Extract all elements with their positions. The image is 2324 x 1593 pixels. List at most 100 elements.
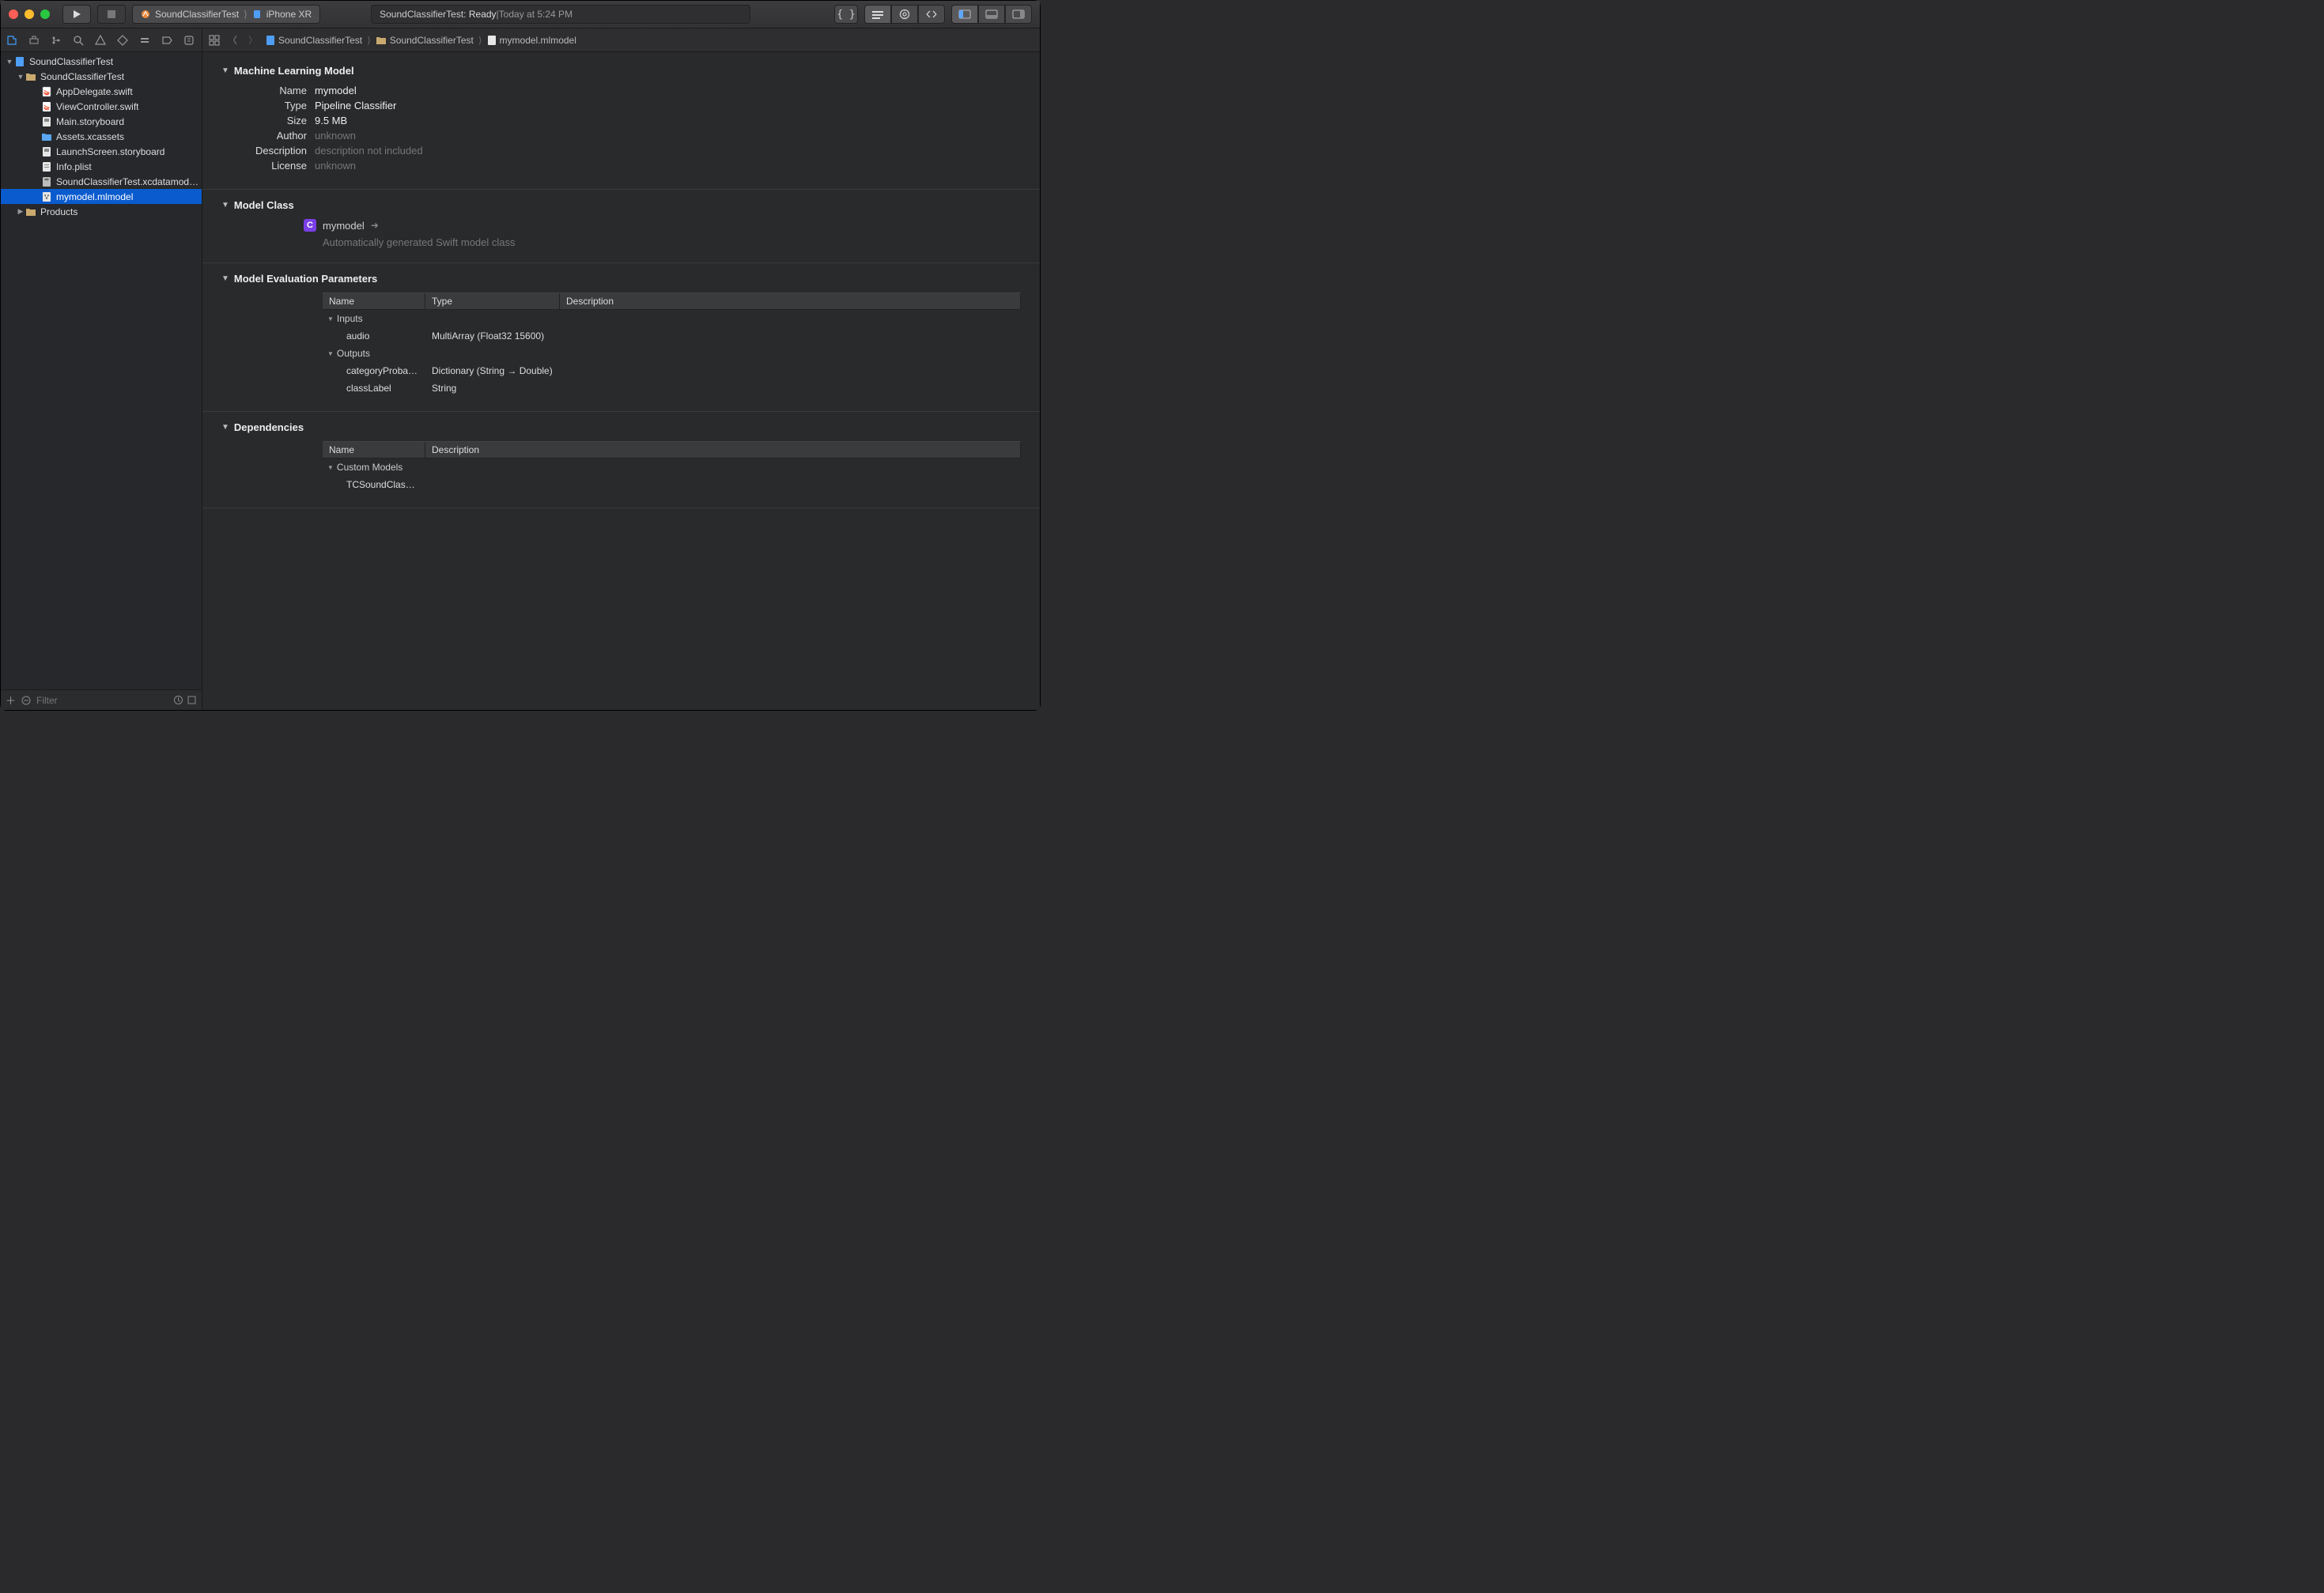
scheme-selector[interactable]: SoundClassifierTest ⟩ iPhone XR	[132, 5, 320, 24]
chevron-right-icon: ⟩	[244, 9, 248, 20]
recent-filter-icon[interactable]	[173, 695, 183, 705]
disclosure-triangle-icon[interactable]: ▼	[17, 73, 25, 81]
section-header[interactable]: ▼ Model Class	[221, 199, 1021, 211]
cell-name: classLabel	[323, 383, 425, 394]
field-value: mymodel	[315, 85, 357, 96]
tree-root[interactable]: ▼ SoundClassifierTest	[1, 54, 202, 69]
section-header[interactable]: ▼ Model Evaluation Parameters	[221, 273, 1021, 285]
breadcrumb[interactable]: SoundClassifierTest	[266, 35, 362, 46]
disclosure-triangle-icon[interactable]: ▶	[17, 207, 25, 216]
find-navigator-icon[interactable]	[72, 34, 85, 47]
disclosure-triangle-icon[interactable]: ▼	[221, 66, 229, 75]
toggle-navigator-button[interactable]	[951, 5, 978, 24]
test-navigator-icon[interactable]	[116, 34, 129, 47]
source-control-navigator-icon[interactable]	[28, 34, 40, 47]
standard-editor-button[interactable]	[864, 5, 891, 24]
toggle-inspector-button[interactable]	[1005, 5, 1032, 24]
history-back-button[interactable]: 〈	[225, 33, 240, 47]
column-header[interactable]: Description	[560, 293, 1021, 309]
field-value: 9.5 MB	[315, 115, 347, 126]
swift-file-icon	[40, 86, 53, 97]
add-button[interactable]: ＋	[6, 693, 16, 708]
disclosure-triangle-icon[interactable]: ▼	[6, 58, 13, 66]
breakpoint-navigator-icon[interactable]	[161, 34, 173, 47]
filter-scope-icon[interactable]	[21, 695, 32, 706]
window-minimize-button[interactable]	[25, 9, 34, 19]
related-items-icon[interactable]	[209, 35, 220, 46]
disclosure-triangle-icon[interactable]: ▼	[327, 464, 334, 471]
status-state: Ready	[469, 9, 497, 20]
history-forward-button[interactable]: 〉	[245, 33, 261, 47]
navigator-sidebar: ▼ SoundClassifierTest ▼ SoundClassifierT…	[1, 28, 202, 710]
table-group-outputs[interactable]: ▼Outputs	[323, 345, 1021, 362]
tree-file[interactable]: SoundClassifierTest.xcdatamodeld	[1, 174, 202, 189]
field-label: Description	[221, 145, 315, 157]
cell-name: audio	[323, 330, 425, 342]
jump-to-definition-icon[interactable]: ➜	[371, 220, 379, 231]
section-header[interactable]: ▼ Machine Learning Model	[221, 65, 1021, 77]
window-zoom-button[interactable]	[40, 9, 50, 19]
mlmodel-file-icon	[40, 191, 53, 202]
jump-bar: 〈 〉 SoundClassifierTest ⟩ SoundClassifie…	[202, 28, 1040, 52]
model-class-name[interactable]: mymodel	[323, 220, 365, 232]
tree-group[interactable]: ▼ SoundClassifierTest	[1, 69, 202, 84]
tree-label: AppDelegate.swift	[56, 86, 133, 97]
filter-input[interactable]	[36, 695, 168, 706]
symbol-navigator-icon[interactable]	[50, 34, 62, 47]
disclosure-triangle-icon[interactable]: ▼	[221, 274, 229, 283]
run-button[interactable]	[62, 5, 91, 24]
project-tree: ▼ SoundClassifierTest ▼ SoundClassifierT…	[1, 52, 202, 689]
cell-type: Dictionary (String → Double)	[425, 365, 560, 376]
field-label: Size	[221, 115, 315, 126]
debug-navigator-icon[interactable]	[138, 34, 151, 47]
titlebar: SoundClassifierTest ⟩ iPhone XR SoundCla…	[1, 1, 1040, 28]
toggle-debug-area-button[interactable]	[978, 5, 1005, 24]
column-header[interactable]: Name	[323, 442, 425, 458]
tree-file[interactable]: ViewController.swift	[1, 99, 202, 114]
table-group-custom-models[interactable]: ▼Custom Models	[323, 459, 1021, 476]
table-group-inputs[interactable]: ▼Inputs	[323, 310, 1021, 327]
disclosure-triangle-icon[interactable]: ▼	[221, 201, 229, 210]
datamodel-file-icon	[40, 176, 53, 187]
storyboard-file-icon	[40, 116, 53, 127]
table-row[interactable]: classLabel String	[323, 379, 1021, 397]
activity-status[interactable]: SoundClassifierTest: Ready | Today at 5:…	[371, 5, 750, 24]
navigator-filter-bar: ＋	[1, 689, 202, 710]
code-review-button[interactable]: { }	[834, 5, 858, 24]
issue-navigator-icon[interactable]	[94, 34, 107, 47]
scm-filter-icon[interactable]	[187, 695, 197, 705]
window-close-button[interactable]	[9, 9, 18, 19]
stop-button[interactable]	[97, 5, 126, 24]
breadcrumb-label: SoundClassifierTest	[278, 35, 362, 46]
tree-file[interactable]: Main.storyboard	[1, 114, 202, 129]
project-navigator-icon[interactable]	[6, 34, 18, 47]
tree-file[interactable]: AppDelegate.swift	[1, 84, 202, 99]
section-header[interactable]: ▼ Dependencies	[221, 421, 1021, 433]
column-header[interactable]: Type	[425, 293, 560, 309]
disclosure-triangle-icon[interactable]: ▼	[327, 350, 334, 357]
report-navigator-icon[interactable]	[183, 34, 195, 47]
panel-visibility-segmented	[951, 5, 1032, 24]
assistant-editor-button[interactable]	[891, 5, 918, 24]
storyboard-file-icon	[40, 146, 53, 157]
breadcrumb[interactable]: SoundClassifierTest	[376, 35, 474, 46]
tree-label: Info.plist	[56, 161, 92, 172]
column-header[interactable]: Description	[425, 442, 1021, 458]
group-label: Custom Models	[337, 462, 402, 473]
table-row[interactable]: TCSoundClassifi…	[323, 476, 1021, 493]
field-label: Author	[221, 130, 315, 142]
table-row[interactable]: audio MultiArray (Float32 15600)	[323, 327, 1021, 345]
column-header[interactable]: Name	[323, 293, 425, 309]
tree-file[interactable]: Info.plist	[1, 159, 202, 174]
tree-file[interactable]: Assets.xcassets	[1, 129, 202, 144]
breadcrumb[interactable]: mymodel.mlmodel	[487, 35, 576, 46]
disclosure-triangle-icon[interactable]: ▼	[327, 315, 334, 323]
tree-file-selected[interactable]: mymodel.mlmodel	[1, 189, 202, 204]
eval-params-table: Name Type Description ▼Inputs audio Mult…	[323, 293, 1021, 397]
table-row[interactable]: categoryProbabil… Dictionary (String → D…	[323, 362, 1021, 379]
disclosure-triangle-icon[interactable]: ▼	[221, 423, 229, 432]
dependencies-table: Name Description ▼Custom Models TCSoundC…	[323, 441, 1021, 493]
tree-file[interactable]: LaunchScreen.storyboard	[1, 144, 202, 159]
version-editor-button[interactable]	[918, 5, 945, 24]
tree-products[interactable]: ▶ Products	[1, 204, 202, 219]
